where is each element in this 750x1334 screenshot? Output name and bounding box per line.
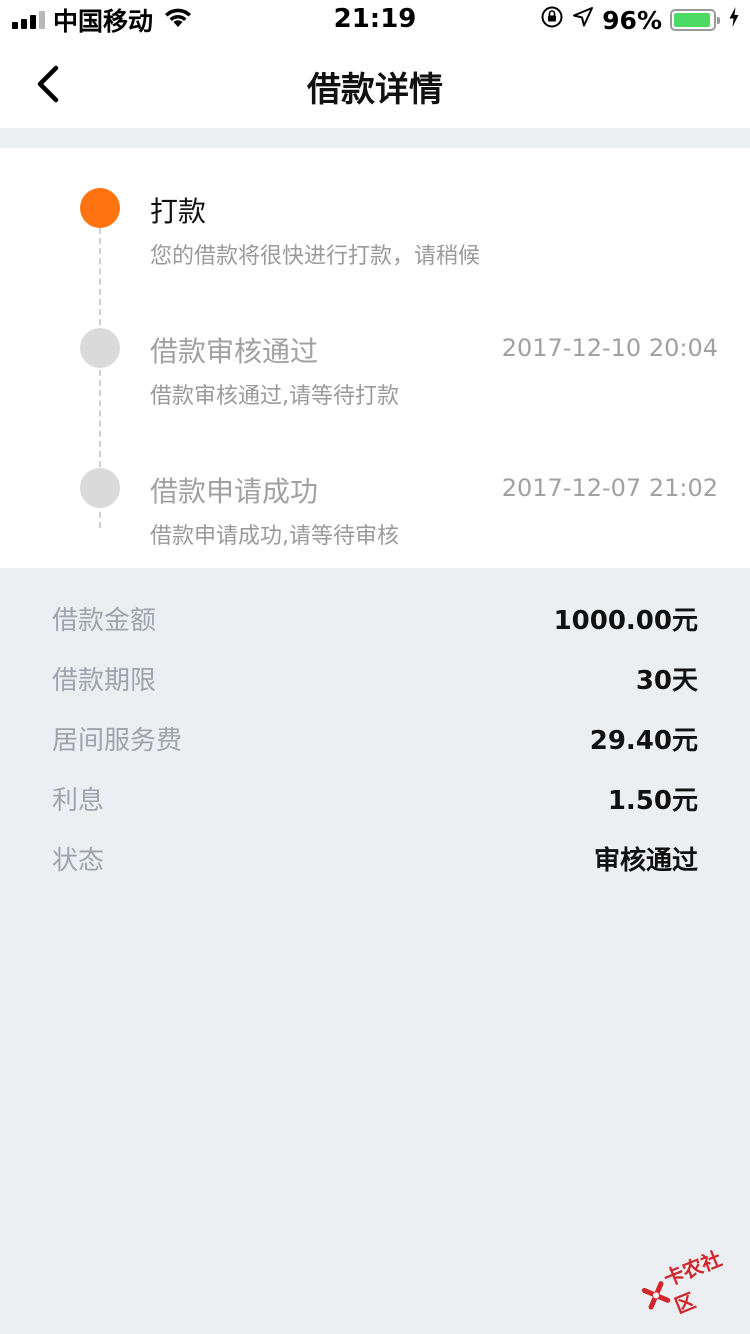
timeline-desc: 您的借款将很快进行打款，请稍候 <box>150 244 481 269</box>
timeline-title: 打款 <box>150 195 207 228</box>
timeline-item-disbursement: 打款 您的借款将很快进行打款，请稍候 <box>0 188 750 288</box>
detail-row-amount: 借款金额 1000.00元 <box>0 588 750 648</box>
detail-row-term: 借款期限 30天 <box>0 648 750 708</box>
battery-fill <box>674 13 711 27</box>
detail-row-service-fee: 居间服务费 29.40元 <box>0 708 750 768</box>
status-right: 96% <box>540 5 740 36</box>
detail-label: 居间服务费 <box>52 726 183 756</box>
detail-value: 审核通过 <box>593 846 698 876</box>
status-bar: 中国移动 21:19 96% <box>0 0 750 40</box>
timeline-dot <box>80 328 120 368</box>
detail-label: 借款金额 <box>52 606 157 636</box>
location-arrow-icon <box>572 5 594 35</box>
battery-percent: 96% <box>602 5 662 35</box>
detail-row-status: 状态 审核通过 <box>0 828 750 888</box>
detail-label: 借款期限 <box>52 666 157 696</box>
timeline-dot-active <box>80 188 120 228</box>
timeline-desc: 借款申请成功,请等待审核 <box>150 524 399 549</box>
battery-icon <box>670 9 720 31</box>
watermark: 卡农社区 <box>633 1232 750 1334</box>
timeline-title: 借款申请成功 <box>150 475 319 508</box>
watermark-text: 卡农社区 <box>660 1246 726 1318</box>
loan-details: 借款金额 1000.00元 借款期限 30天 居间服务费 29.40元 利息 1… <box>0 588 750 888</box>
page-title: 借款详情 <box>307 70 443 110</box>
detail-label: 状态 <box>52 846 105 876</box>
orientation-lock-icon <box>540 5 564 36</box>
detail-value: 1000.00元 <box>553 606 698 636</box>
timeline-item-application-success: 借款申请成功 2017-12-07 21:02 借款申请成功,请等待审核 <box>0 468 750 568</box>
timeline-title: 借款审核通过 <box>150 335 319 368</box>
detail-row-interest: 利息 1.50元 <box>0 768 750 828</box>
charging-icon <box>728 5 740 35</box>
detail-label: 利息 <box>52 786 105 816</box>
detail-value: 29.40元 <box>589 726 698 756</box>
timeline-desc: 借款审核通过,请等待打款 <box>150 384 399 409</box>
detail-value: 1.50元 <box>607 786 698 816</box>
wifi-icon <box>163 5 193 35</box>
status-left: 中国移动 <box>12 5 193 36</box>
timeline-item-review-passed: 借款审核通过 2017-12-10 20:04 借款审核通过,请等待打款 <box>0 328 750 428</box>
timeline-time: 2017-12-07 21:02 <box>501 474 718 502</box>
navigation-bar: 借款详情 <box>0 40 750 128</box>
timeline-time: 2017-12-10 20:04 <box>501 334 718 362</box>
signal-icon <box>12 11 45 29</box>
loan-progress-timeline: 打款 您的借款将很快进行打款，请稍候 借款审核通过 2017-12-10 20:… <box>0 148 750 568</box>
timeline-dot <box>80 468 120 508</box>
carrier-name: 中国移动 <box>53 7 154 36</box>
detail-value: 30天 <box>635 666 698 696</box>
